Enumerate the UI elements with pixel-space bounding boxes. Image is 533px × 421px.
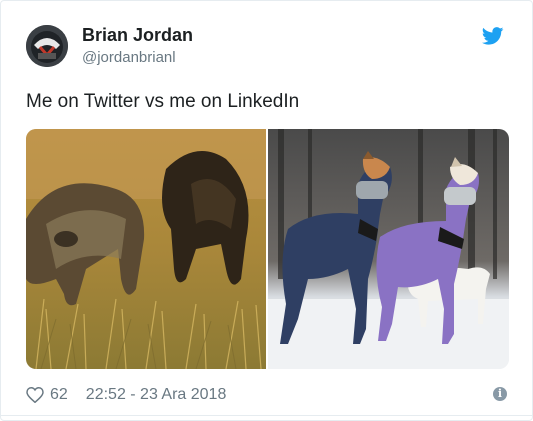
twitter-bird-icon[interactable] xyxy=(482,27,504,45)
heart-icon[interactable] xyxy=(26,387,44,403)
photo-dogs-in-sweaters[interactable] xyxy=(268,129,509,369)
author-name[interactable]: Brian Jordan xyxy=(82,25,193,46)
like-count[interactable]: 62 xyxy=(50,386,68,404)
avatar[interactable] xyxy=(26,25,68,67)
photo-muddy-dogs[interactable] xyxy=(26,129,266,369)
tweet-media[interactable] xyxy=(26,129,509,369)
tweet-timestamp[interactable]: 22:52 - 23 Ara 2018 xyxy=(86,386,227,404)
tweet-footer: 62 22:52 - 23 Ara 2018 i xyxy=(26,383,507,407)
info-icon[interactable]: i xyxy=(493,387,507,401)
divider xyxy=(1,415,532,416)
author-handle[interactable]: @jordanbrianl xyxy=(82,49,176,66)
tweet-text: Me on Twitter vs me on LinkedIn xyxy=(26,91,300,112)
tweet-card: Brian Jordan @jordanbrianl Me on Twitter… xyxy=(0,0,533,421)
